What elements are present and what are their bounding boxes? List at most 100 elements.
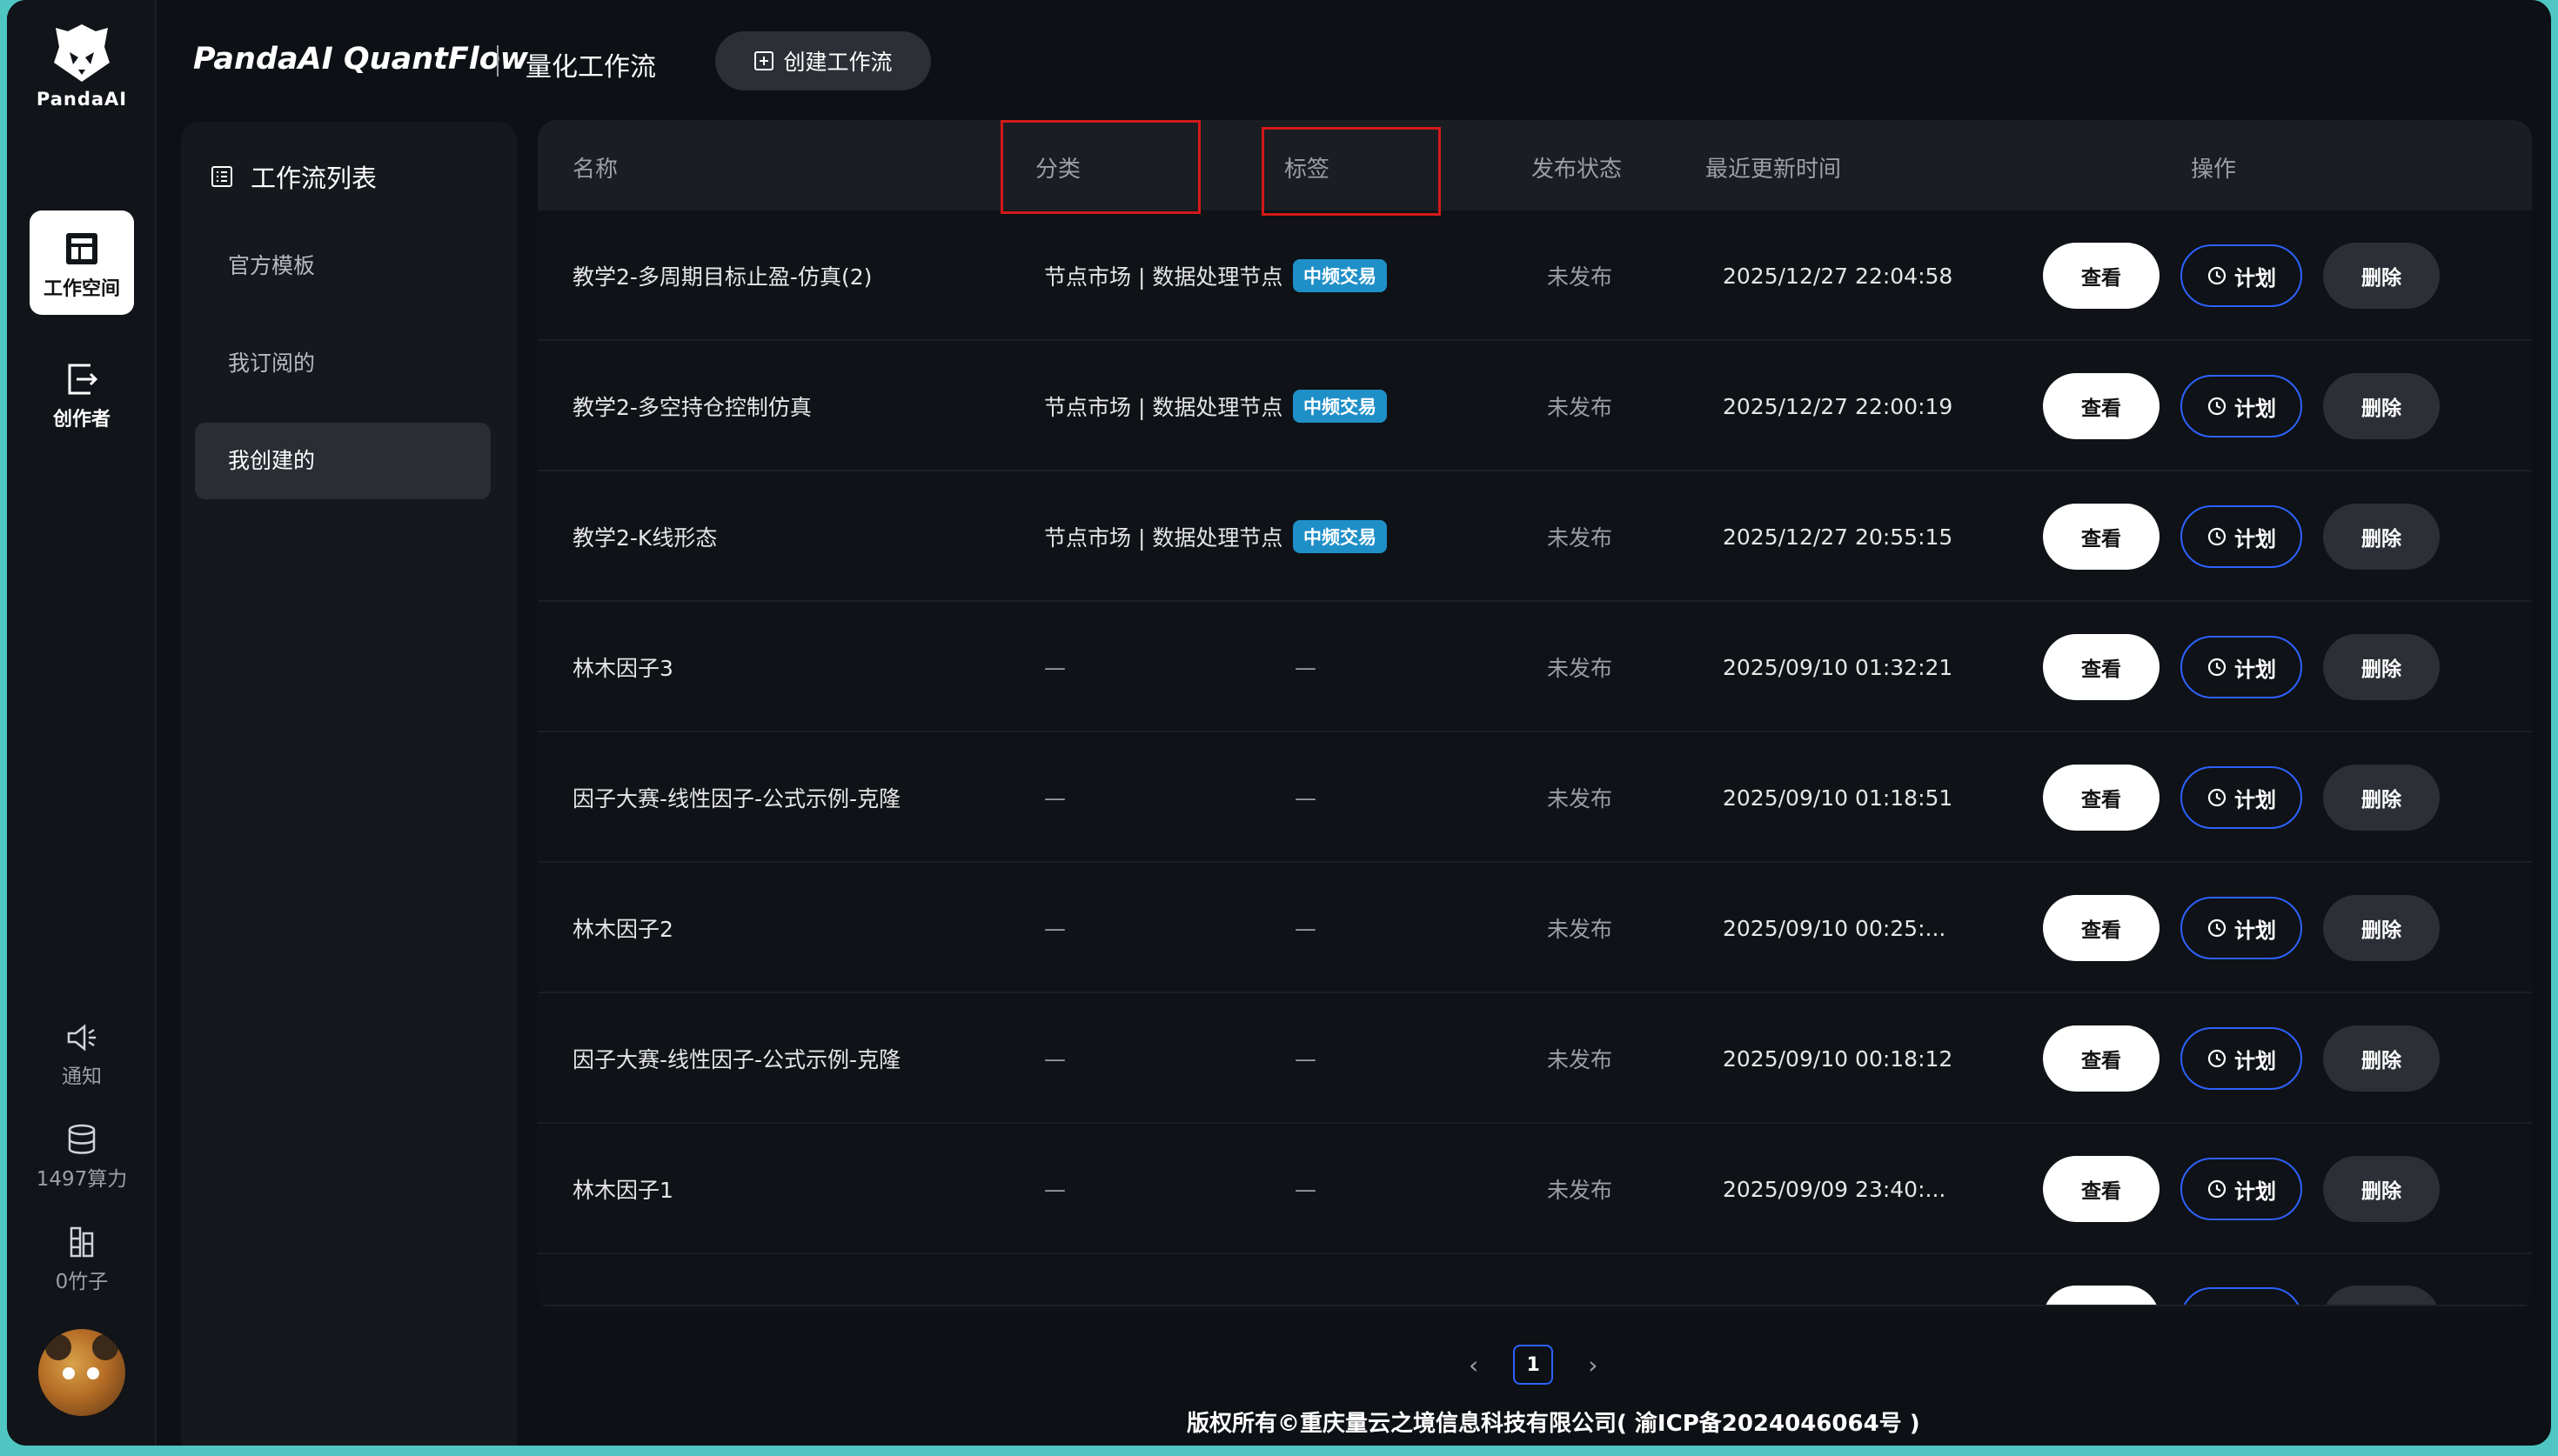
plan-button[interactable]: 计划: [2180, 244, 2302, 307]
delete-button[interactable]: 删除: [2323, 1156, 2440, 1222]
delete-button[interactable]: 删除: [2323, 895, 2440, 961]
plan-button[interactable]: 计划: [2180, 766, 2302, 829]
table-row[interactable]: 林木因子3 — — 未发布 2025/09/10 01:32:21 查看 计划 删除: [538, 602, 2532, 732]
plan-button-partial[interactable]: [2180, 1287, 2302, 1305]
row-status: 未发布: [1547, 264, 1613, 290]
table-row[interactable]: 林木因子1 — — 未发布 2025/09/09 23:40:... 查看 计划 删除: [538, 1124, 2532, 1254]
row-updated: 2025/09/09 23:40:...: [1723, 1176, 1946, 1202]
row-updated: 2025/09/10 00:18:12: [1723, 1045, 1953, 1072]
sidenav-item-created[interactable]: 我创建的: [195, 423, 491, 499]
delete-button[interactable]: 删除: [2323, 1025, 2440, 1092]
row-category: —: [1044, 785, 1066, 811]
row-tag-empty: —: [1295, 654, 1316, 680]
sidenav-item-subscribed[interactable]: 我订阅的: [195, 325, 491, 402]
row-status: 未发布: [1547, 1047, 1613, 1072]
table-row[interactable]: 教学2-多周期目标止盈-仿真(2) 节点市场 | 数据处理节点 中频交易 未发布 202…: [538, 210, 2532, 341]
row-category: —: [1044, 654, 1066, 680]
list-icon: [211, 166, 232, 187]
rail-creator-label: 创作者: [52, 409, 110, 431]
row-status: 未发布: [1547, 786, 1613, 811]
clock-icon: [2207, 658, 2227, 677]
view-button[interactable]: 查看: [2043, 765, 2160, 831]
next-page-icon[interactable]: ›: [1588, 1351, 1597, 1379]
view-button[interactable]: 查看: [2043, 634, 2160, 700]
brand-title: PandaAI QuantFlow: [193, 42, 529, 77]
plan-button-label: 计划: [2234, 1179, 2276, 1204]
delete-button[interactable]: 删除: [2323, 504, 2440, 570]
plan-button[interactable]: 计划: [2180, 1027, 2302, 1090]
plan-button[interactable]: 计划: [2180, 636, 2302, 698]
exit-box-icon: [68, 364, 98, 395]
row-category: 节点市场 | 数据处理节点: [1044, 264, 1283, 290]
delete-button[interactable]: 删除: [2323, 765, 2440, 831]
page-number-current[interactable]: 1: [1513, 1345, 1554, 1385]
avatar-eye-left: [63, 1367, 75, 1379]
rail-notify-label: 通知: [62, 1065, 102, 1088]
plan-button[interactable]: 计划: [2180, 505, 2302, 568]
rail-compute[interactable]: 1497算力: [7, 1124, 157, 1192]
view-button[interactable]: 查看: [2043, 1156, 2160, 1222]
row-name: 林木因子2: [573, 917, 673, 942]
avatar[interactable]: [38, 1329, 125, 1416]
rail-notify[interactable]: 通知: [7, 1023, 157, 1089]
layout-icon: [66, 233, 97, 264]
delete-button-partial[interactable]: [2323, 1286, 2440, 1305]
clock-icon: [2207, 788, 2227, 807]
sidenav-item-official-templates[interactable]: 官方模板: [195, 228, 491, 304]
create-workflow-label: 创建工作流: [783, 50, 893, 75]
row-category: —: [1044, 1045, 1066, 1072]
rail-bamboo[interactable]: 0竹子: [7, 1226, 157, 1294]
view-button[interactable]: 查看: [2043, 504, 2160, 570]
delete-button[interactable]: 删除: [2323, 373, 2440, 439]
row-tag-empty: —: [1295, 1045, 1316, 1072]
column-status: 发布状态: [1531, 157, 1623, 183]
plan-button-label: 计划: [2234, 918, 2276, 943]
column-actions: 操作: [2191, 157, 2237, 183]
rail-creator-button[interactable]: 创作者: [30, 341, 134, 445]
sidenav-title: 工作流列表: [211, 158, 377, 195]
logo[interactable]: PandaAI: [7, 23, 157, 110]
table-row[interactable]: 林木因子2 — — 未发布 2025/09/10 00:25:... 查看 计划 删除: [538, 863, 2532, 993]
row-status: 未发布: [1547, 1178, 1613, 1203]
delete-button[interactable]: 删除: [2323, 243, 2440, 309]
view-button[interactable]: 查看: [2043, 243, 2160, 309]
table-row[interactable]: 因子大赛-线性因子-公式示例-克隆 — — 未发布 2025/09/10 00:18:1…: [538, 993, 2532, 1124]
table-row[interactable]: 教学2-多空持仓控制仿真 节点市场 | 数据处理节点 中频交易 未发布 2025/12/…: [538, 341, 2532, 471]
view-button[interactable]: 查看: [2043, 895, 2160, 961]
plan-button-label: 计划: [2234, 1048, 2276, 1073]
row-status: 未发布: [1547, 525, 1613, 551]
row-name: 因子大赛-线性因子-公式示例-克隆: [573, 786, 901, 811]
row-name: 因子大赛-线性因子-公式示例-克隆: [573, 1047, 901, 1072]
row-updated: 2025/09/10 00:25:...: [1723, 915, 1946, 941]
clock-icon: [2207, 918, 2227, 938]
highlight-box-tags: [1262, 127, 1441, 216]
bamboo-icon: [70, 1226, 94, 1258]
row-name: 教学2-K线形态: [573, 525, 718, 551]
view-button[interactable]: 查看: [2043, 373, 2160, 439]
table-row[interactable]: 因子大赛-线性因子-公式示例-克隆 — — 未发布 2025/09/10 01:18:5…: [538, 732, 2532, 863]
plan-button[interactable]: 计划: [2180, 897, 2302, 959]
clock-icon: [2207, 397, 2227, 416]
highlight-box-category: [1001, 120, 1201, 214]
view-button[interactable]: 查看: [2043, 1025, 2160, 1092]
prev-page-icon[interactable]: ‹: [1469, 1351, 1478, 1379]
row-tag-empty: —: [1295, 915, 1316, 941]
table-row[interactable]: 教学2-K线形态 节点市场 | 数据处理节点 中频交易 未发布 2025/12/27 2…: [538, 471, 2532, 602]
plus-square-icon: [754, 51, 774, 70]
plan-button[interactable]: 计划: [2180, 375, 2302, 437]
row-tag-badge: 中频交易: [1293, 520, 1387, 553]
row-category: —: [1044, 915, 1066, 941]
speaker-icon: [67, 1024, 96, 1052]
clock-icon: [2207, 527, 2227, 546]
plan-button[interactable]: 计划: [2180, 1158, 2302, 1220]
row-tag-empty: —: [1295, 1176, 1316, 1202]
row-category: 节点市场 | 数据处理节点: [1044, 395, 1283, 420]
row-name: 林木因子3: [573, 656, 673, 681]
create-workflow-button[interactable]: 创建工作流: [715, 31, 931, 90]
left-rail: PandaAI 工作空间 创作者 通知 1497算力 0竹子: [7, 0, 157, 1446]
delete-button[interactable]: 删除: [2323, 634, 2440, 700]
view-button-partial[interactable]: [2043, 1286, 2160, 1305]
row-updated: 2025/12/27 22:04:58: [1723, 263, 1953, 289]
row-updated: 2025/09/10 01:18:51: [1723, 785, 1953, 811]
rail-workspace-button[interactable]: 工作空间: [30, 210, 134, 315]
